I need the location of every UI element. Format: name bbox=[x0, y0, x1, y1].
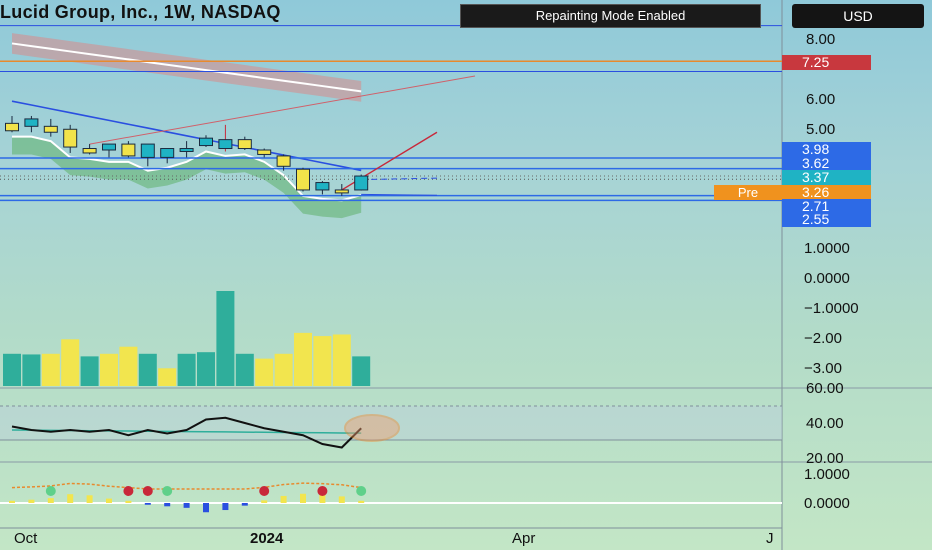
volume-bar bbox=[138, 353, 157, 386]
osc-bar bbox=[9, 500, 15, 503]
osc-bar bbox=[28, 499, 35, 503]
candle-body bbox=[24, 118, 39, 127]
price-tick-label: 6.00 bbox=[806, 91, 836, 108]
volume-bar bbox=[274, 353, 293, 386]
osc-signal-dot bbox=[317, 486, 328, 496]
volume-bar bbox=[197, 352, 215, 386]
candle-body bbox=[140, 143, 155, 158]
candle-body bbox=[237, 139, 252, 150]
rsi-tick-label: 40.00 bbox=[806, 415, 844, 432]
volume-bar bbox=[158, 368, 177, 386]
repaint-badge: Repainting Mode Enabled bbox=[460, 4, 761, 28]
volume-bar bbox=[41, 353, 60, 386]
candle-body bbox=[315, 182, 330, 191]
price-tag-7.25: 7.25 bbox=[782, 55, 871, 70]
candle-body bbox=[5, 122, 19, 132]
volume-bar bbox=[61, 339, 80, 386]
candle-body bbox=[102, 143, 116, 151]
osc-tick-label: 0.0000 bbox=[804, 495, 850, 512]
osc-bar bbox=[106, 498, 112, 503]
osc-bar bbox=[300, 493, 306, 503]
chart-title: Lucid Group, Inc., 1W, NASDAQ bbox=[0, 2, 281, 22]
volume-tick-label: 0.0000 bbox=[804, 270, 850, 287]
volume-bar bbox=[216, 291, 235, 386]
chart-canvas bbox=[0, 0, 932, 550]
volume-bar bbox=[80, 356, 99, 386]
osc-signal-dot bbox=[356, 486, 367, 496]
osc-signal-dot bbox=[45, 486, 56, 496]
volume-bar bbox=[313, 336, 332, 386]
volume-bar bbox=[352, 356, 371, 386]
candle-body bbox=[218, 139, 233, 150]
candle-body bbox=[334, 189, 349, 194]
osc-bar bbox=[241, 503, 248, 506]
price-tick-label: 5.00 bbox=[806, 121, 836, 138]
osc-bar bbox=[183, 503, 190, 508]
osc-bar bbox=[67, 494, 74, 503]
volume-tick-label: −3.00 bbox=[804, 360, 842, 377]
volume-bar bbox=[100, 353, 118, 386]
premarket-label: Pre bbox=[714, 185, 782, 200]
osc-bar bbox=[358, 500, 365, 503]
currency-button[interactable]: USD bbox=[792, 4, 924, 28]
rsi-tick-label: 60.00 bbox=[806, 380, 844, 397]
candle-body bbox=[199, 137, 213, 147]
osc-bar bbox=[261, 500, 268, 503]
osc-bar bbox=[144, 503, 151, 505]
candle-body bbox=[257, 149, 272, 155]
volume-bar bbox=[22, 354, 41, 386]
osc-signal-dot bbox=[259, 486, 270, 496]
osc-bar bbox=[47, 498, 54, 503]
volume-tick-label: −2.00 bbox=[804, 330, 842, 347]
candle-body bbox=[276, 155, 291, 167]
osc-bar bbox=[125, 500, 132, 503]
osc-tick-label: 1.0000 bbox=[804, 466, 850, 483]
candle-body bbox=[82, 148, 97, 154]
volume-bar bbox=[119, 346, 138, 386]
volume-tick-label: 1.0000 bbox=[804, 240, 850, 257]
time-tick-oct: Oct bbox=[14, 530, 38, 547]
candle-body bbox=[354, 175, 369, 191]
osc-bar bbox=[280, 495, 287, 503]
time-tick-apr: Apr bbox=[512, 530, 536, 547]
candle-body bbox=[296, 168, 310, 191]
osc-bar bbox=[338, 496, 345, 503]
volume-bar bbox=[332, 334, 351, 386]
volume-bar bbox=[177, 353, 196, 386]
osc-bar bbox=[222, 503, 229, 511]
volume-bar bbox=[235, 353, 254, 386]
osc-bar bbox=[164, 503, 171, 507]
price-tag-3.37: 3.37 bbox=[782, 170, 871, 185]
rsi-highlight-circle bbox=[344, 414, 400, 442]
candle-body bbox=[121, 143, 136, 157]
osc-signal-dot bbox=[162, 486, 173, 496]
upper-band-line bbox=[11, 42, 362, 93]
rsi-tick-label: 20.00 bbox=[806, 450, 844, 467]
chart-stage: Lucid Group, Inc., 1W, NASDAQ Repainting… bbox=[0, 0, 932, 550]
osc-bar bbox=[86, 495, 93, 503]
osc-bar bbox=[203, 503, 209, 513]
volume-bar bbox=[3, 353, 21, 386]
time-tick-2024: 2024 bbox=[250, 530, 284, 547]
volume-tick-label: −1.0000 bbox=[804, 300, 859, 317]
time-tick-j: J bbox=[766, 530, 774, 547]
candle-body bbox=[179, 148, 194, 152]
osc-signal-line bbox=[11, 482, 362, 490]
candle-body bbox=[160, 148, 175, 158]
candle-body bbox=[43, 125, 58, 133]
price-tick-label: 8.00 bbox=[806, 31, 836, 48]
volume-bar bbox=[255, 358, 274, 386]
osc-signal-dot bbox=[142, 486, 153, 496]
candle-body bbox=[63, 128, 78, 148]
osc-signal-dot bbox=[123, 486, 134, 496]
volume-bar bbox=[294, 332, 312, 386]
price-tag-2.55: 2.55 bbox=[782, 212, 871, 227]
